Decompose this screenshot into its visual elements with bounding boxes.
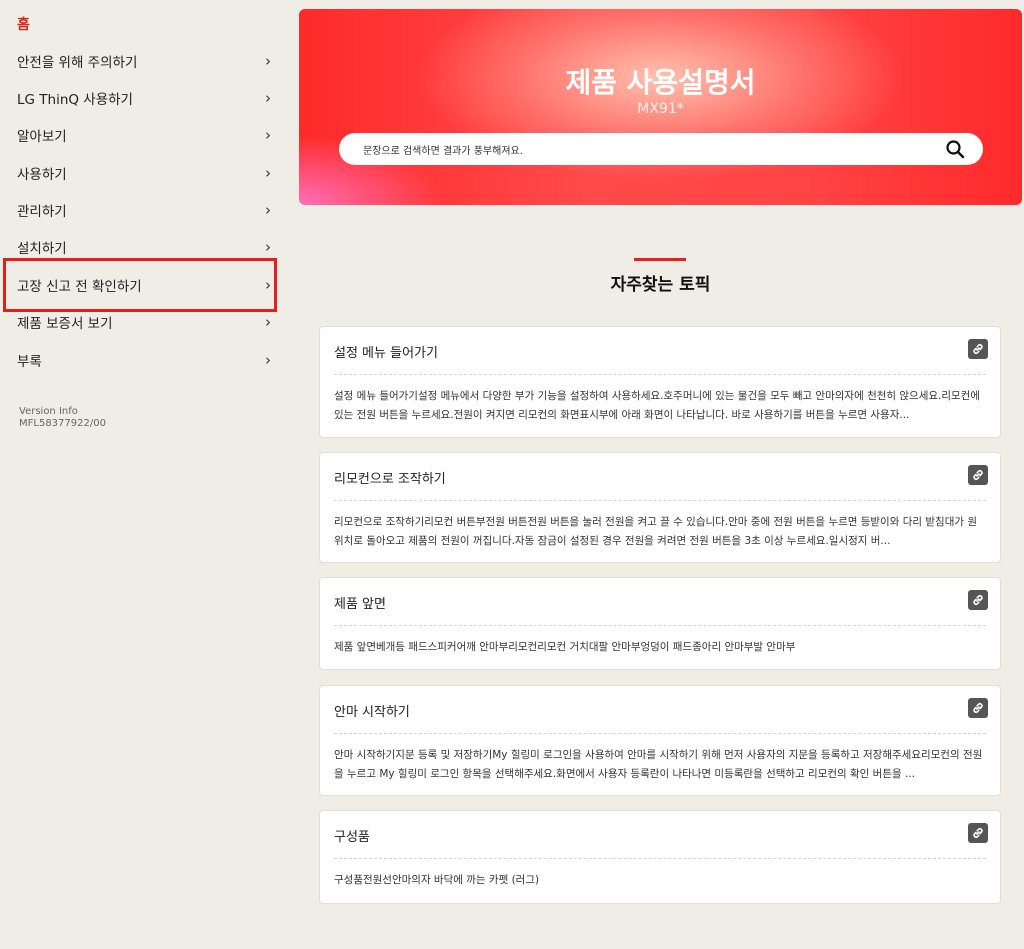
sidebar-item-usage[interactable]: 사용하기 ›: [17, 154, 273, 191]
card-divider: [334, 374, 986, 375]
sidebar-item-thinq[interactable]: LG ThinQ 사용하기 ›: [17, 79, 273, 116]
version-code: MFL58377922/00: [19, 418, 106, 429]
sidebar-item-overview[interactable]: 알아보기 ›: [17, 116, 273, 153]
card-divider: [334, 500, 986, 501]
link-icon[interactable]: [968, 339, 988, 359]
chevron-right-icon: ›: [265, 312, 271, 331]
link-icon[interactable]: [968, 465, 988, 485]
card-title[interactable]: 제품 앞면: [334, 593, 386, 612]
sidebar-home-link[interactable]: 홈: [17, 14, 30, 34]
card-body: 구성품전원선안마의자 바닥에 까는 카펫 (러그): [334, 874, 540, 886]
sidebar-item-maintenance[interactable]: 관리하기 ›: [17, 191, 273, 228]
search-input[interactable]: 문장으로 검색하면 결과가 풍부해져요.: [339, 133, 983, 165]
card-title[interactable]: 구성품: [334, 826, 370, 845]
topic-card-components[interactable]: 구성품 구성품전원선안마의자 바닥에 까는 카펫 (러그): [319, 810, 1001, 904]
sidebar-item-safety[interactable]: 안전을 위해 주의하기 ›: [17, 42, 273, 79]
chevron-right-icon: ›: [265, 237, 271, 256]
topic-card-front[interactable]: 제품 앞면 제품 앞면베개등 패드스피커어깨 안마부리모컨리모컨 거치대팔 안마…: [319, 577, 1001, 670]
search-placeholder[interactable]: 문장으로 검색하면 결과가 풍부해져요.: [363, 142, 945, 157]
sidebar-item-label: 안전을 위해 주의하기: [17, 54, 138, 71]
card-body: 제품 앞면베개등 패드스피커어깨 안마부리모컨리모컨 거치대팔 안마부엉덩이 패…: [334, 641, 796, 653]
version-info: Version Info MFL58377922/00: [19, 406, 106, 430]
chevron-right-icon: ›: [265, 200, 271, 219]
sidebar-item-label: 부록: [17, 353, 42, 370]
hero-banner: 제품 사용설명서 MX91* 문장으로 검색하면 결과가 풍부해져요.: [299, 9, 1022, 205]
link-icon[interactable]: [968, 698, 988, 718]
card-title[interactable]: 설정 메뉴 들어가기: [334, 342, 438, 361]
topic-card-settings[interactable]: 설정 메뉴 들어가기 설정 메뉴 들어가기설정 메뉴에서 다양한 부가 기능을 …: [319, 326, 1001, 438]
card-title[interactable]: 안마 시작하기: [334, 701, 410, 720]
sidebar-item-label: 관리하기: [17, 203, 67, 220]
card-body: 안마 시작하기지문 등록 및 저장하기My 힐링미 로그인을 사용하여 안마를 …: [334, 749, 983, 780]
sidebar-item-label: 제품 보증서 보기: [17, 315, 113, 332]
sidebar-item-label: 알아보기: [17, 128, 67, 145]
card-title[interactable]: 리모컨으로 조작하기: [334, 468, 446, 487]
chevron-right-icon: ›: [265, 163, 271, 182]
sidebar: 홈 안전을 위해 주의하기 › LG ThinQ 사용하기 › 알아보기 › 사…: [0, 0, 290, 949]
heading-accent-bar: [634, 258, 686, 261]
page-title: 제품 사용설명서: [565, 66, 756, 99]
topic-card-remote[interactable]: 리모컨으로 조작하기 리모컨으로 조작하기리모컨 버튼부전원 버튼전원 버튼을 …: [319, 452, 1001, 563]
sidebar-item-label: LG ThinQ 사용하기: [17, 91, 133, 108]
chevron-right-icon: ›: [265, 88, 271, 107]
topic-card-start-massage[interactable]: 안마 시작하기 안마 시작하기지문 등록 및 저장하기My 힐링미 로그인을 사…: [319, 685, 1001, 796]
model-name: MX91*: [637, 101, 684, 117]
chevron-right-icon: ›: [265, 51, 271, 70]
link-icon[interactable]: [968, 823, 988, 843]
card-body: 리모컨으로 조작하기리모컨 버튼부전원 버튼전원 버튼을 눌러 전원을 켜고 끌…: [334, 516, 978, 547]
card-divider: [334, 858, 986, 859]
chevron-right-icon: ›: [265, 125, 271, 144]
search-icon[interactable]: [945, 139, 965, 159]
sidebar-item-label: 설치하기: [17, 240, 67, 257]
sidebar-item-warranty[interactable]: 제품 보증서 보기 ›: [17, 303, 273, 340]
card-divider: [334, 733, 986, 734]
sidebar-item-appendix[interactable]: 부록 ›: [17, 341, 273, 378]
topics-heading: 자주찾는 토픽: [610, 275, 711, 295]
version-label: Version Info: [19, 406, 78, 417]
link-icon[interactable]: [968, 590, 988, 610]
card-body: 설정 메뉴 들어가기설정 메뉴에서 다양한 부가 기능을 설정하여 사용하세요.…: [334, 390, 980, 421]
chevron-right-icon: ›: [265, 350, 271, 369]
card-divider: [334, 625, 986, 626]
sidebar-item-label: 사용하기: [17, 166, 67, 183]
